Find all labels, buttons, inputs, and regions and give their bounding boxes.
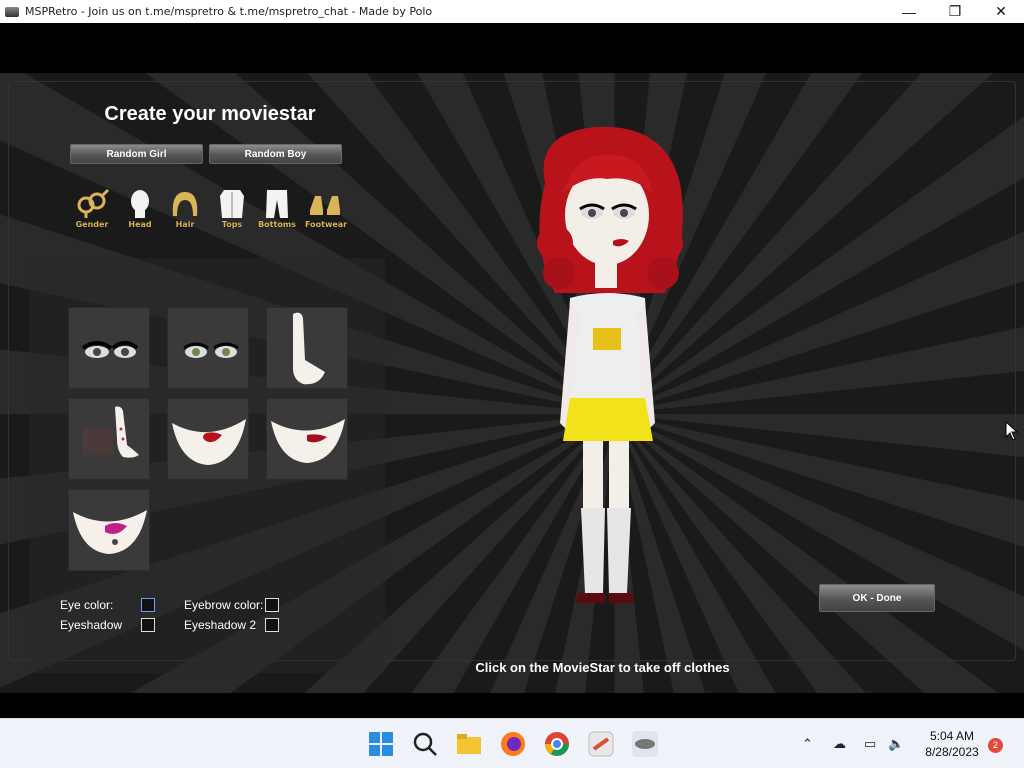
- category-tops[interactable]: Tops: [212, 188, 252, 229]
- eyes-option-2[interactable]: [167, 307, 249, 389]
- firefox-icon[interactable]: [500, 731, 526, 757]
- maximize-button[interactable]: ❐: [932, 0, 978, 23]
- neck-skin-icon: [293, 312, 325, 385]
- neck-skin-icon: [83, 406, 139, 458]
- file-explorer-icon[interactable]: [456, 731, 482, 757]
- mspretro-app-icon[interactable]: [632, 731, 658, 757]
- category-gender[interactable]: Gender: [72, 188, 112, 229]
- app-icon-1[interactable]: [588, 731, 614, 757]
- show-hidden-icons-icon[interactable]: ⌃: [802, 736, 813, 752]
- notification-badge[interactable]: 2: [988, 738, 1003, 753]
- skin-option-1[interactable]: [266, 307, 348, 389]
- category-label: Bottoms: [258, 220, 296, 229]
- eyeshadow-2-label: Eyeshadow 2: [184, 618, 257, 632]
- category-label: Head: [128, 220, 152, 229]
- skin-option-2[interactable]: [68, 398, 150, 480]
- network-icon[interactable]: ▭: [864, 736, 876, 752]
- onedrive-icon[interactable]: ☁: [833, 736, 846, 752]
- gender-icon: [77, 188, 110, 218]
- random-girl-button[interactable]: Random Girl: [70, 144, 203, 164]
- hair-icon: [172, 192, 198, 216]
- category-label: Footwear: [305, 220, 348, 229]
- moviestar-character[interactable]: [525, 123, 695, 613]
- eyes-icon: [183, 342, 239, 358]
- category-label: Tops: [221, 220, 243, 229]
- clock-date: 8/28/2023: [925, 745, 979, 759]
- lips-icon: [172, 419, 246, 465]
- eyes-icon: [81, 341, 139, 358]
- mouth-option-2[interactable]: [266, 398, 348, 480]
- eyes-option-1[interactable]: [68, 307, 150, 389]
- clock[interactable]: 5:04 AM 8/28/2023: [912, 728, 992, 760]
- game-area: Create your moviestar Random Girl Random…: [0, 23, 1024, 718]
- category-footwear[interactable]: Footwear: [305, 188, 348, 229]
- taskbar: ⌃ ☁ ▭ 🔈 5:04 AM 8/28/2023 2: [0, 718, 1024, 768]
- eyeshadow-2-swatch[interactable]: [265, 618, 279, 632]
- volume-icon[interactable]: 🔈: [888, 736, 904, 752]
- eye-color-swatch[interactable]: [141, 598, 155, 612]
- minimize-button[interactable]: —: [886, 0, 932, 23]
- hint-text: Click on the MovieStar to take off cloth…: [475, 660, 730, 675]
- mouth-option-3[interactable]: [68, 489, 150, 571]
- eye-color-label: Eye color:: [60, 598, 114, 612]
- app-icon: [5, 6, 19, 17]
- ok-done-button[interactable]: OK - Done: [819, 584, 935, 612]
- page-title: Create your moviestar: [104, 103, 316, 125]
- eyebrow-color-swatch[interactable]: [265, 598, 279, 612]
- random-boy-button[interactable]: Random Boy: [209, 144, 342, 164]
- bottoms-icon: [266, 190, 288, 218]
- clock-time: 5:04 AM: [929, 729, 975, 743]
- eyebrow-color-label: Eyebrow color:: [184, 598, 264, 612]
- tops-icon: [220, 190, 244, 218]
- window-title: MSPRetro - Join us on t.me/mspretro & t.…: [25, 5, 433, 18]
- eyeshadow-swatch[interactable]: [141, 618, 155, 632]
- search-icon[interactable]: [412, 731, 438, 757]
- lips-icon: [271, 419, 345, 463]
- chrome-icon[interactable]: [544, 731, 570, 757]
- mouth-option-1[interactable]: [167, 398, 249, 480]
- head-icon: [131, 190, 149, 218]
- category-head[interactable]: Head: [120, 188, 160, 229]
- close-button[interactable]: ✕: [978, 0, 1024, 23]
- category-label: Hair: [175, 220, 195, 229]
- lips-icon: [73, 510, 147, 554]
- footwear-icon: [310, 196, 340, 215]
- eyeshadow-label: Eyeshadow: [60, 618, 123, 632]
- windows-start-icon[interactable]: [368, 731, 394, 757]
- category-hair[interactable]: Hair: [165, 188, 205, 229]
- mouse-cursor-icon: [1005, 421, 1019, 441]
- category-label: Gender: [75, 220, 109, 229]
- category-bottoms[interactable]: Bottoms: [257, 188, 297, 229]
- window-titlebar: MSPRetro - Join us on t.me/mspretro & t.…: [0, 0, 1024, 23]
